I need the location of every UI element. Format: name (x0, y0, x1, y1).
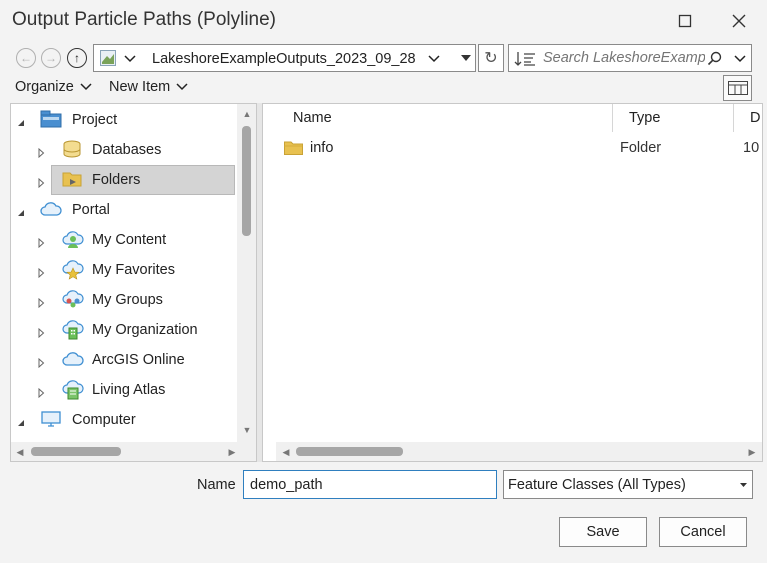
details-pane-icon (727, 81, 748, 95)
maximize-button[interactable] (670, 8, 700, 34)
tree-vertical-scrollbar[interactable]: ▲ ▼ (237, 104, 256, 442)
organization-icon (62, 320, 84, 343)
item-type: Folder (620, 140, 662, 156)
name-label: Name (197, 477, 236, 493)
arcgis-online-icon (62, 350, 84, 371)
back-button[interactable]: ← (16, 48, 36, 68)
tree-item-label: Portal (72, 202, 110, 218)
item-name: info (310, 140, 334, 156)
collapse-triangle-icon[interactable] (16, 205, 26, 216)
column-header-type[interactable]: Type (629, 104, 660, 132)
tree-hscrollbar-thumb[interactable] (31, 447, 121, 456)
column-divider[interactable] (612, 104, 613, 132)
chevron-down-icon[interactable] (428, 54, 440, 64)
view-options-button[interactable] (723, 75, 752, 101)
column-header-date[interactable]: D (750, 104, 762, 132)
chevron-down-icon[interactable] (124, 54, 136, 64)
close-icon (732, 14, 746, 28)
column-date-label: D (750, 110, 761, 126)
database-icon (62, 140, 82, 161)
chevron-down-icon[interactable] (734, 54, 746, 64)
location-combobox[interactable]: LakeshoreExampleOutputs_2023_09_28 (93, 44, 476, 72)
contents-horizontal-scrollbar[interactable]: ◀ ▶ (276, 442, 762, 461)
sort-icon[interactable] (514, 50, 536, 67)
column-type-label: Type (629, 110, 661, 126)
arrow-right-icon: → (45, 51, 57, 65)
dropdown-arrow-icon[interactable] (461, 55, 471, 63)
tree-item-label: Project (72, 112, 118, 128)
location-icon (100, 50, 116, 66)
tree-horizontal-scrollbar[interactable]: ◀ ▶ (11, 442, 256, 461)
tree-item-label: My Organization (92, 322, 198, 338)
new-item-menu[interactable]: New Item (109, 79, 188, 95)
computer-icon (40, 410, 62, 431)
expand-triangle-icon[interactable] (36, 385, 46, 399)
tree-item-label: Living Atlas (92, 382, 166, 398)
column-divider[interactable] (733, 104, 734, 132)
expand-triangle-icon[interactable] (36, 235, 46, 249)
scroll-right-arrow-icon[interactable]: ▶ (226, 446, 238, 458)
up-button[interactable]: ↑ (67, 48, 87, 68)
column-header-name[interactable]: Name (293, 104, 332, 132)
expand-triangle-icon[interactable] (36, 295, 46, 309)
scroll-down-arrow-icon[interactable]: ▼ (241, 424, 253, 436)
tree-item-label: Folders (92, 172, 141, 188)
contents-hscrollbar-thumb[interactable] (296, 447, 403, 456)
refresh-icon: ↻ (484, 50, 498, 67)
tree-item-label: Databases (92, 142, 162, 158)
feature-class-type-select[interactable]: Feature Classes (All Types) (503, 470, 753, 499)
chevron-down-icon (176, 83, 188, 91)
collapse-triangle-icon[interactable] (16, 115, 26, 126)
dialog-title: Output Particle Paths (Polyline) (12, 9, 277, 30)
collapse-triangle-icon[interactable] (16, 415, 26, 426)
list-item[interactable]: info Folder 10 (276, 134, 762, 162)
tree-item-label: Computer (72, 412, 136, 428)
search-input[interactable] (543, 48, 705, 68)
tree-item-label: My Groups (92, 292, 163, 308)
portal-cloud-icon (40, 200, 62, 221)
tree-item-label: My Favorites (92, 262, 175, 278)
arrow-left-icon: ← (20, 51, 32, 65)
folder-icon (62, 170, 82, 191)
arrow-up-icon: ↑ (74, 51, 80, 65)
tree-item-label: My Content (92, 232, 167, 248)
expand-triangle-icon[interactable] (36, 175, 46, 189)
folder-icon (284, 141, 303, 155)
organize-label: Organize (15, 79, 74, 95)
scroll-left-arrow-icon[interactable]: ◀ (280, 446, 292, 458)
refresh-button[interactable]: ↻ (478, 44, 504, 72)
save-button[interactable]: Save (559, 517, 647, 547)
tree-scrollbar-thumb[interactable] (242, 126, 251, 236)
dropdown-arrow-icon (740, 483, 747, 487)
project-icon (40, 110, 62, 131)
scroll-right-arrow-icon[interactable]: ▶ (746, 446, 758, 458)
chevron-down-icon (80, 83, 92, 91)
expand-triangle-icon[interactable] (36, 355, 46, 369)
cancel-button[interactable]: Cancel (659, 517, 747, 547)
tree-item-label: ArcGIS Online (92, 352, 185, 368)
groups-icon (62, 290, 84, 313)
name-field[interactable] (243, 470, 497, 499)
feature-class-type-value: Feature Classes (All Types) (508, 477, 686, 493)
scroll-left-arrow-icon[interactable]: ◀ (14, 446, 26, 458)
new-item-label: New Item (109, 79, 171, 95)
my-content-icon (62, 230, 84, 253)
close-button[interactable] (724, 8, 754, 34)
living-atlas-icon (62, 380, 84, 403)
location-path: LakeshoreExampleOutputs_2023_09_28 (152, 51, 416, 67)
column-name-label: Name (293, 110, 332, 126)
search-icon[interactable] (707, 51, 722, 66)
expand-triangle-icon[interactable] (36, 265, 46, 279)
scroll-up-arrow-icon[interactable]: ▲ (241, 108, 253, 120)
organize-menu[interactable]: Organize (15, 79, 92, 95)
expand-triangle-icon[interactable] (36, 145, 46, 159)
favorites-icon (62, 260, 84, 283)
item-date: 10 (743, 140, 760, 156)
expand-triangle-icon[interactable] (36, 325, 46, 339)
maximize-icon (678, 14, 692, 28)
search-box[interactable] (508, 44, 752, 72)
forward-button[interactable]: → (41, 48, 61, 68)
